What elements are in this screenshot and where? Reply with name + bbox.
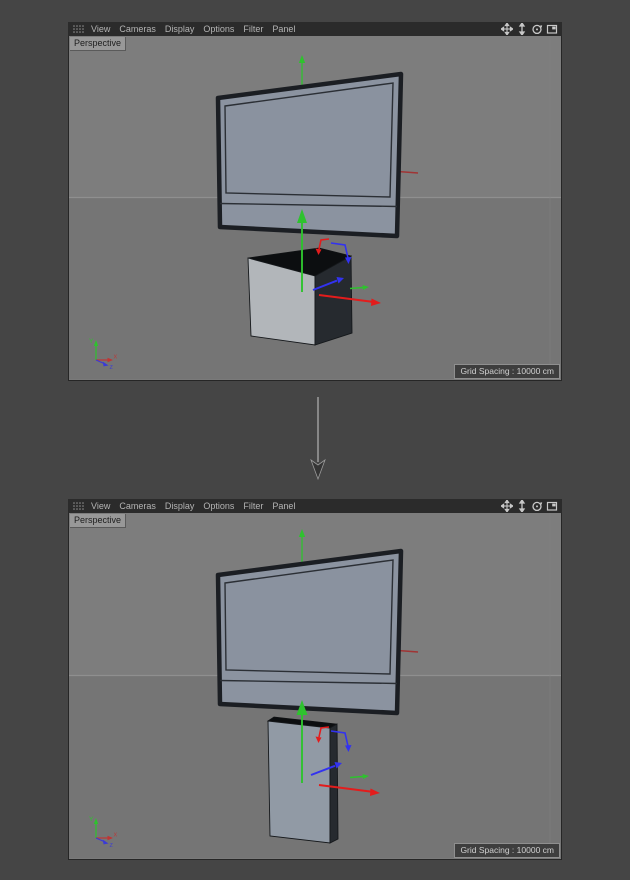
menu-cameras[interactable]: Cameras: [119, 24, 156, 34]
dolly-icon[interactable]: [516, 500, 528, 512]
rotate-icon[interactable]: [531, 500, 543, 512]
perspective-viewport-before[interactable]: Perspective: [68, 36, 562, 381]
tv-model[interactable]: [218, 74, 401, 236]
view-label: Perspective: [70, 37, 126, 51]
transition-arrow: [306, 394, 330, 484]
grid-handle-icon[interactable]: [72, 501, 86, 511]
menu-filter[interactable]: Filter: [243, 501, 263, 511]
menu-filter[interactable]: Filter: [243, 24, 263, 34]
triad-x-label: X: [114, 355, 118, 361]
viewport-panel-after: View Cameras Display Options Filter Pane…: [68, 499, 562, 860]
grid-spacing-badge: Grid Spacing : 10000 cm: [454, 843, 560, 858]
menu-cameras[interactable]: Cameras: [119, 501, 156, 511]
pan-icon[interactable]: [501, 500, 513, 512]
perspective-viewport-after[interactable]: Perspective: [68, 513, 562, 860]
menu-panel[interactable]: Panel: [272, 24, 295, 34]
toggle-layout-icon[interactable]: [546, 23, 558, 35]
menu-display[interactable]: Display: [165, 501, 195, 511]
rotate-icon[interactable]: [531, 23, 543, 35]
desktop: { "window": { "background_color": "#4545…: [0, 0, 630, 880]
view-label: Perspective: [70, 514, 126, 528]
scene-before: Y X Z: [69, 36, 561, 379]
toggle-layout-icon[interactable]: [546, 500, 558, 512]
viewport-menubar: View Cameras Display Options Filter Pane…: [68, 499, 562, 513]
pan-icon[interactable]: [501, 23, 513, 35]
menu-display[interactable]: Display: [165, 24, 195, 34]
dolly-icon[interactable]: [516, 23, 528, 35]
viewport-menubar: View Cameras Display Options Filter Pane…: [68, 22, 562, 36]
grid-handle-icon[interactable]: [72, 24, 86, 34]
viewport-toolbar: [501, 500, 559, 512]
tv-model[interactable]: [218, 551, 401, 713]
triad-y-label: Y: [89, 816, 94, 823]
triad-y-label: Y: [89, 338, 94, 345]
viewport-panel-before: View Cameras Display Options Filter Pane…: [68, 22, 562, 381]
menu-options[interactable]: Options: [203, 501, 234, 511]
scaled-slab-model[interactable]: [268, 717, 338, 843]
viewport-toolbar: [501, 23, 559, 35]
grid-spacing-badge: Grid Spacing : 10000 cm: [454, 364, 560, 379]
menu-options[interactable]: Options: [203, 24, 234, 34]
triad-x-label: X: [114, 833, 118, 839]
scene-after: Y X Z: [69, 513, 561, 858]
menu-view[interactable]: View: [91, 24, 110, 34]
menu-view[interactable]: View: [91, 501, 110, 511]
menu-panel[interactable]: Panel: [272, 501, 295, 511]
